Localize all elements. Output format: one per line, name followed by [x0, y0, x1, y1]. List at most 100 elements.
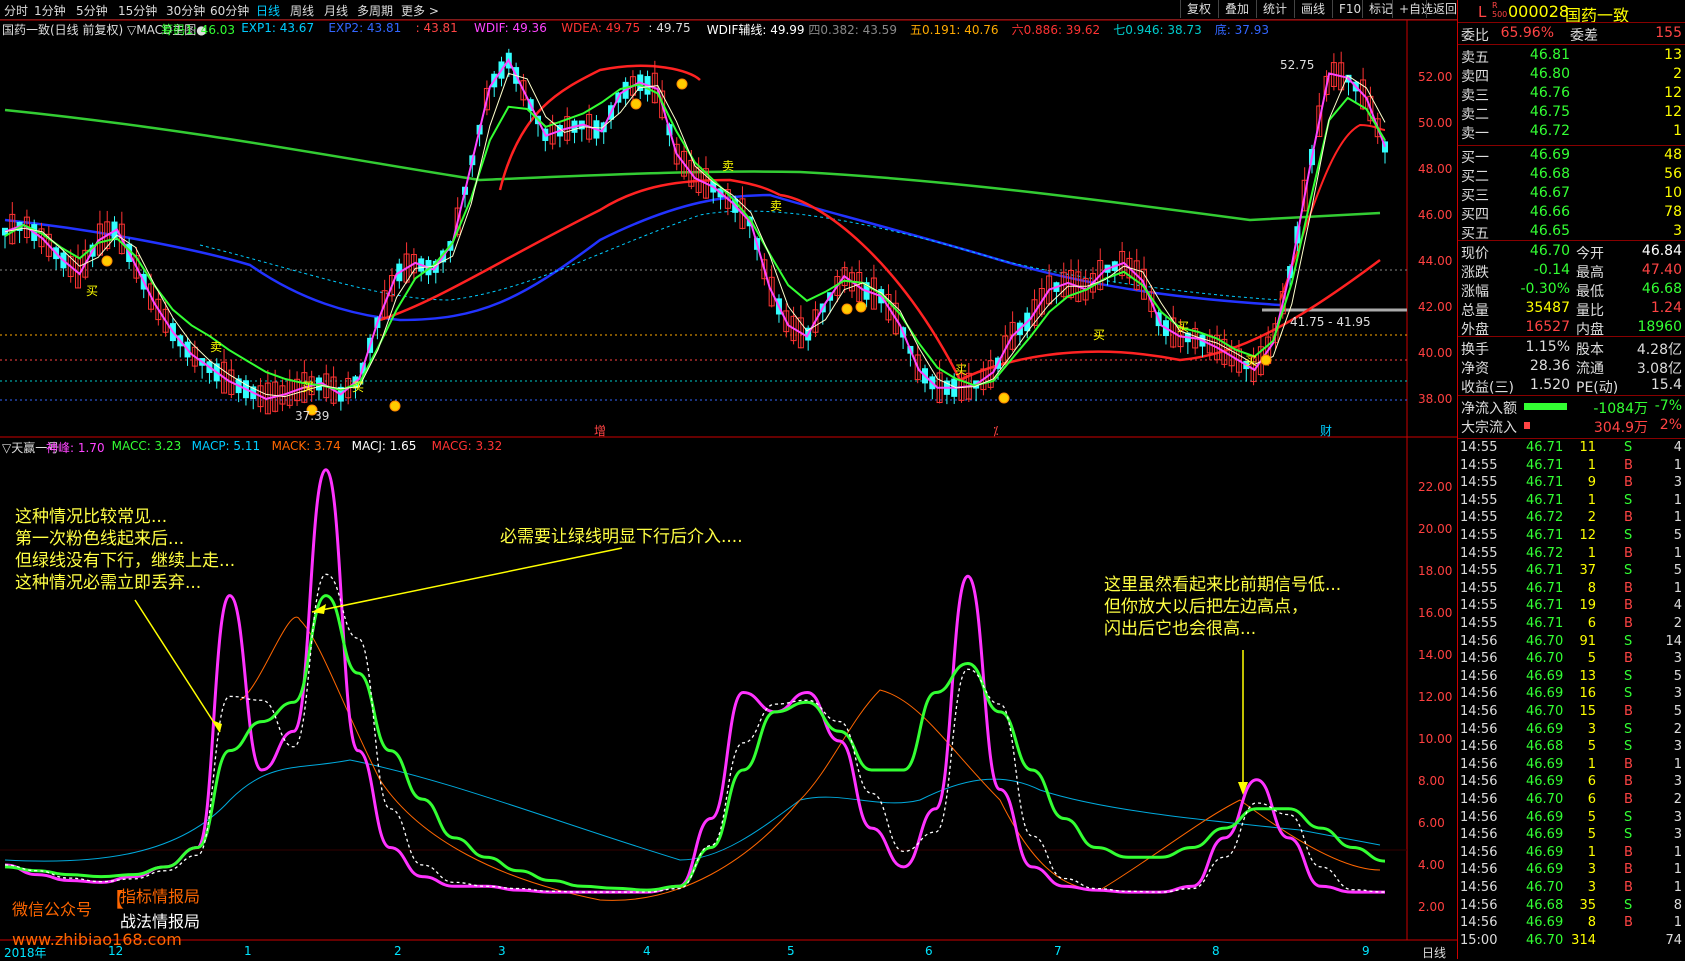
ind-tick: 18.00 — [1418, 564, 1453, 578]
watermark-line: 战法情报局 — [120, 912, 201, 931]
tick-time: 14:55 — [1460, 440, 1498, 455]
tick-volume: 8 — [1587, 915, 1596, 931]
tick-count: 5 — [1673, 528, 1682, 543]
row-value: 35487 — [1525, 300, 1570, 316]
row-value: 46.81 — [1529, 47, 1570, 63]
tick-time: 14:56 — [1460, 633, 1498, 649]
tick-volume: 6 — [1587, 792, 1596, 807]
candlestick-chart[interactable]: 52.75 37.39 41.75 - 41.95 买 卖 买 买 卖 卖 买 … — [0, 0, 1457, 959]
row-volume: 56 — [1664, 166, 1682, 182]
signal-dots — [101, 78, 1272, 416]
buy-mark: 买 — [302, 380, 314, 394]
quote-row: 买五 46.65 3 — [1458, 223, 1685, 242]
tick-count: 1 — [1673, 580, 1682, 596]
tick-price: 46.71 — [1526, 457, 1564, 473]
row-label: 量比 — [1576, 303, 1604, 319]
tick-count: 4 — [1673, 440, 1682, 455]
tick-price: 46.69 — [1526, 809, 1564, 825]
annotation-middle: 必需要让绿线明显下行后介入.... — [500, 527, 743, 547]
tick-count: 3 — [1673, 774, 1682, 790]
tick-time: 15:00 — [1460, 932, 1498, 948]
tick-volume: 5 — [1587, 809, 1596, 825]
row-value: 46.68 — [1529, 166, 1570, 182]
tick-row: 14:56 46.70 5 B 3 — [1458, 651, 1685, 668]
tick-side: B — [1624, 880, 1633, 895]
tick-volume: 5 — [1587, 739, 1596, 755]
buy-mark: 买 — [955, 363, 967, 377]
tick-price: 46.72 — [1526, 545, 1564, 561]
flow-row: 大宗流入 304.9万 2% — [1458, 417, 1685, 436]
price-tick: 44.00 — [1418, 254, 1453, 268]
tick-time: 14:56 — [1460, 827, 1498, 843]
tick-row: 14:56 46.68 35 S 8 — [1458, 898, 1685, 915]
annotation-line: 这种情况比较常见... — [15, 507, 168, 527]
tick-side: S — [1624, 633, 1633, 649]
row-label: 最高 — [1576, 265, 1604, 281]
row-label: 总量 — [1461, 303, 1489, 319]
tick-row: 14:56 46.70 91 S 14 — [1458, 634, 1685, 651]
ind-tick: 14.00 — [1418, 648, 1453, 662]
period-label[interactable]: 日线 — [1422, 944, 1446, 961]
tick-side: B — [1624, 580, 1633, 596]
tick-row: 14:55 46.72 1 B 1 — [1458, 546, 1685, 563]
row-label: 涨跌 — [1461, 265, 1489, 281]
stock-code[interactable]: 000028 — [1508, 2, 1569, 21]
tick-row: 14:55 46.71 37 S 5 — [1458, 563, 1685, 580]
tick-row: 15:00 46.70 314 74 — [1458, 933, 1685, 950]
row-value: 46.72 — [1529, 123, 1570, 139]
quote-row: 总量 35487 量比 1.24 — [1458, 300, 1685, 319]
price-tick: 46.00 — [1418, 208, 1453, 222]
tick-count: 1 — [1673, 457, 1682, 473]
tick-time: 14:55 — [1460, 580, 1498, 596]
annotation-line: 第一次粉色线起来后... — [15, 529, 185, 549]
tick-volume: 19 — [1579, 598, 1596, 614]
row-label: 换手 — [1461, 342, 1489, 358]
fund-row: 换手 1.15% 股本 4.28亿 — [1458, 339, 1685, 358]
tick-side: S — [1624, 440, 1633, 455]
tick-row: 14:55 46.71 1 B 1 — [1458, 458, 1685, 475]
tick-row: 14:55 46.71 19 B 4 — [1458, 598, 1685, 615]
date-tick: 8 — [1212, 944, 1220, 958]
row-label: 卖一 — [1461, 126, 1489, 142]
quote-row: 外盘 16527 内盘 18960 — [1458, 319, 1685, 338]
date-tick: 4 — [643, 944, 651, 958]
tick-count: 1 — [1673, 756, 1682, 772]
tick-price: 46.71 — [1526, 475, 1564, 491]
tick-time: 14:55 — [1460, 492, 1498, 508]
tick-time: 14:55 — [1460, 616, 1498, 631]
tick-count: 1 — [1673, 880, 1682, 895]
row-value: 3.08亿 — [1636, 361, 1682, 377]
row-volume: 78 — [1664, 204, 1682, 220]
annotation-left: 这种情况比较常见... 第一次粉色线起来后... 但绿线没有下行，继续上走...… — [15, 506, 235, 594]
tick-volume: 3 — [1587, 721, 1596, 737]
tick-time: 14:56 — [1460, 756, 1498, 772]
row-volume: 13 — [1664, 47, 1682, 63]
tick-volume: 1 — [1587, 492, 1596, 508]
tick-row: 14:55 46.71 12 S 5 — [1458, 528, 1685, 545]
tick-price: 46.69 — [1526, 774, 1564, 790]
tick-price: 46.71 — [1526, 492, 1564, 508]
tick-price: 46.71 — [1526, 616, 1564, 631]
row-label: PE(动) — [1576, 380, 1619, 396]
tick-time: 14:56 — [1460, 880, 1498, 895]
row-value: -0.30% — [1520, 281, 1570, 297]
tick-volume: 37 — [1579, 563, 1596, 579]
date-tick: 5 — [787, 944, 795, 958]
ind-tick: 16.00 — [1418, 606, 1453, 620]
tick-time: 14:56 — [1460, 915, 1498, 931]
tick-volume: 314 — [1571, 932, 1596, 948]
sell-mark: 卖 — [210, 340, 222, 354]
tick-side: B — [1624, 915, 1633, 931]
tick-count: 5 — [1673, 563, 1682, 579]
buy-mark: 买 — [86, 284, 98, 298]
tick-count: 2 — [1673, 792, 1682, 807]
tick-row: 14:56 46.69 1 B 1 — [1458, 757, 1685, 774]
row-label: 卖四 — [1461, 69, 1489, 85]
tick-count: 2 — [1673, 721, 1682, 737]
date-tick: 7 — [1054, 944, 1062, 958]
tick-price: 46.70 — [1526, 704, 1564, 719]
tick-side: B — [1624, 457, 1633, 473]
tick-price: 46.70 — [1526, 880, 1564, 895]
tick-price: 46.69 — [1526, 827, 1564, 843]
tick-count: 1 — [1673, 844, 1682, 860]
